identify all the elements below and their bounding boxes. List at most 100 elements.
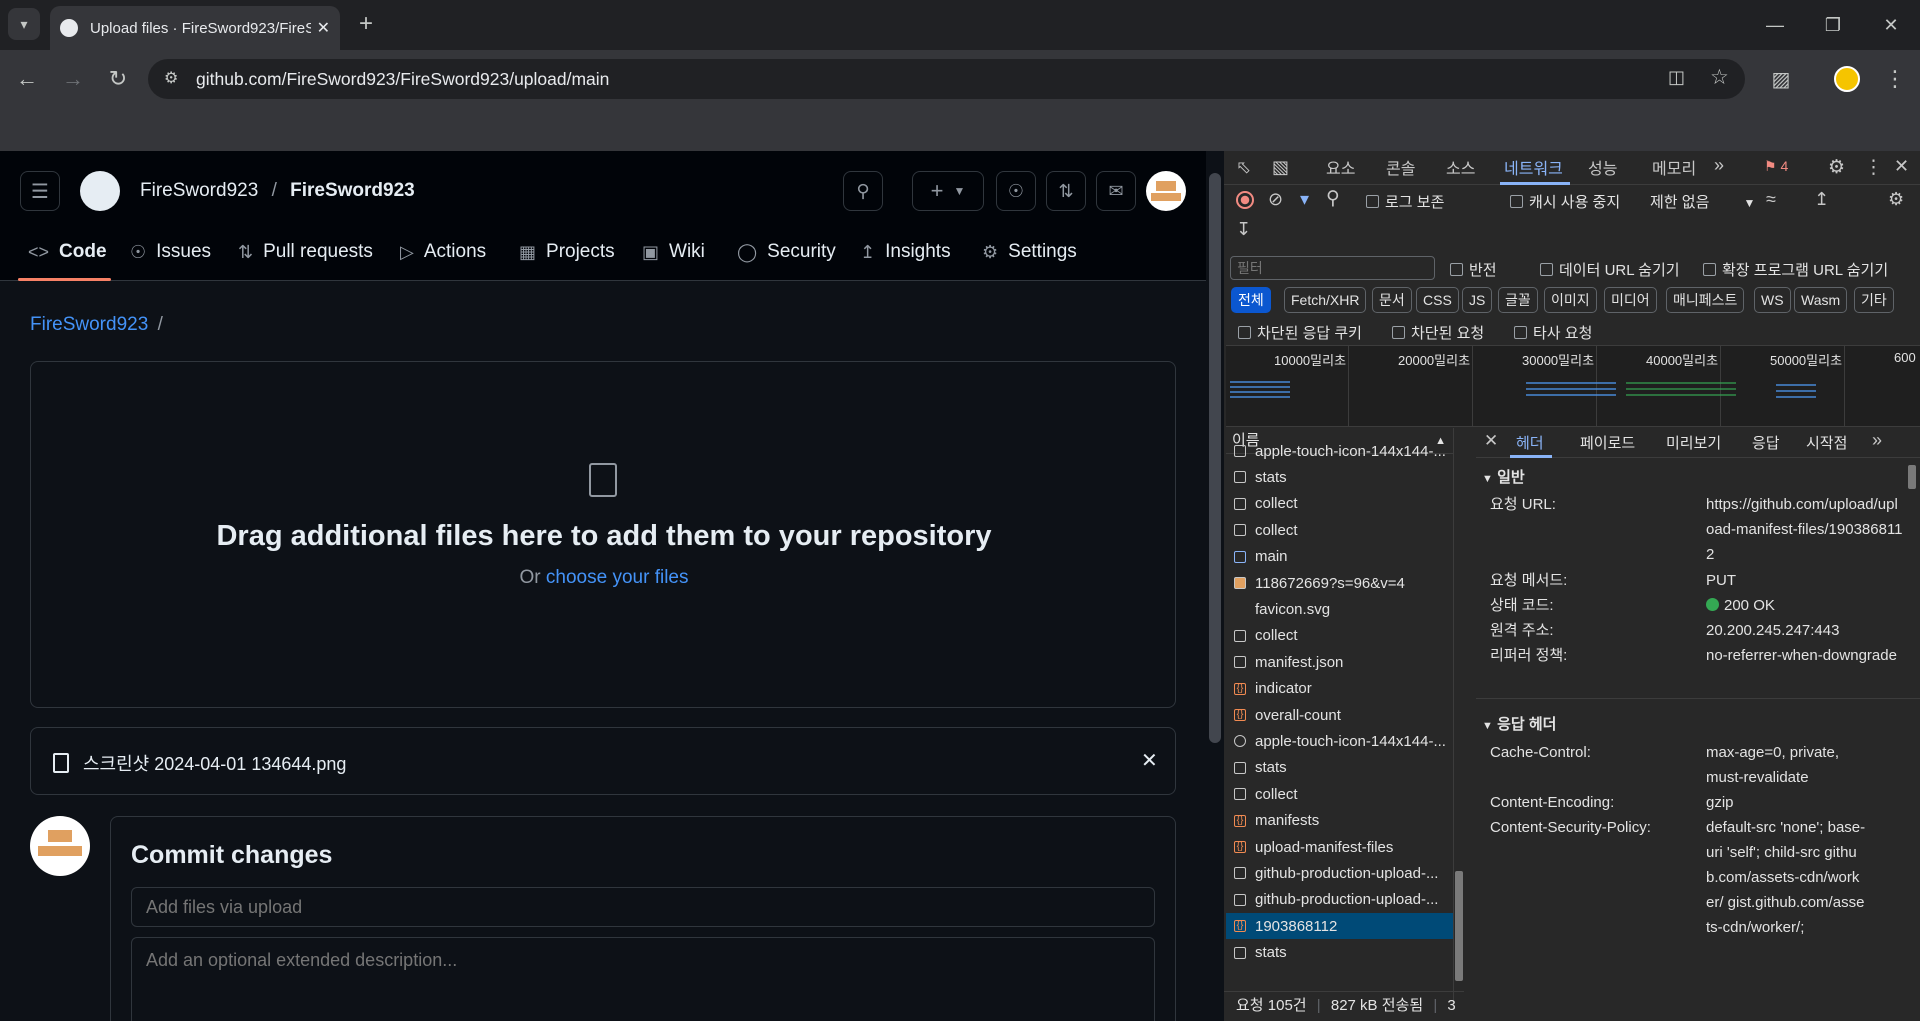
filter-icon[interactable]: ▾ xyxy=(1300,189,1309,210)
request-row[interactable]: 118672669?s=96&v=4 xyxy=(1226,570,1453,596)
breadcrumb-owner-link[interactable]: FireSword923 xyxy=(30,314,148,335)
type-filter-js[interactable]: JS xyxy=(1462,287,1493,313)
request-row[interactable]: collect xyxy=(1226,491,1453,517)
minimize-button[interactable]: — xyxy=(1760,10,1790,40)
detail-tab-response[interactable]: 응답 xyxy=(1752,432,1780,453)
bookmark-star-icon[interactable]: ☆ xyxy=(1710,65,1729,90)
tab-wiki[interactable]: ▣ Wiki xyxy=(642,231,705,273)
request-row[interactable]: {} 1903868112 xyxy=(1226,913,1453,940)
request-row[interactable]: github-production-upload-... xyxy=(1226,860,1453,886)
tab-insights[interactable]: ↥ Insights xyxy=(860,231,951,273)
request-row[interactable]: stats xyxy=(1226,755,1453,781)
hamburger-menu-button[interactable]: ☰ xyxy=(20,171,60,211)
preserve-log-checkbox[interactable]: 로그 보존 xyxy=(1366,191,1444,212)
profile-avatar[interactable] xyxy=(1834,66,1860,92)
request-row[interactable]: apple-touch-icon-144x144-... xyxy=(1226,438,1453,464)
issues-badge[interactable]: ⚑ 4 xyxy=(1764,158,1788,175)
import-har-icon[interactable]: ↥ xyxy=(1814,189,1829,210)
request-row[interactable]: github-production-upload-... xyxy=(1226,887,1453,913)
request-row[interactable]: apple-touch-icon-144x144-... xyxy=(1226,728,1453,754)
tab-search-button[interactable]: ▾ xyxy=(8,8,40,40)
tab-projects[interactable]: ▦ Projects xyxy=(519,231,615,273)
blocked-cookies-checkbox[interactable]: 차단된 응답 쿠키 xyxy=(1238,322,1362,343)
request-row[interactable]: {} overall-count xyxy=(1226,702,1453,728)
export-har-icon[interactable]: ↧ xyxy=(1236,219,1251,240)
browser-tab[interactable]: Upload files · FireSword923/FireSword923… xyxy=(50,6,340,50)
close-devtools-icon[interactable]: ✕ xyxy=(1894,156,1909,177)
detail-tab-preview[interactable]: 미리보기 xyxy=(1666,432,1721,453)
request-row[interactable]: manifest.json xyxy=(1226,649,1453,675)
detail-tab-headers[interactable]: 헤더 xyxy=(1516,432,1544,453)
type-filter-wasm[interactable]: Wasm xyxy=(1794,287,1848,313)
request-row[interactable]: collect xyxy=(1226,517,1453,543)
close-tab-icon[interactable]: ✕ xyxy=(317,18,330,38)
request-row[interactable]: {} manifests xyxy=(1226,808,1453,834)
invert-checkbox[interactable]: 반전 xyxy=(1450,259,1497,280)
response-headers-section-header[interactable]: ▼ 응답 헤더 xyxy=(1482,713,1556,734)
tab-sources[interactable]: 소스 xyxy=(1446,155,1475,181)
scrollbar-thumb[interactable] xyxy=(1209,173,1221,743)
back-button[interactable]: ← xyxy=(12,64,42,94)
type-filter-css[interactable]: CSS xyxy=(1416,287,1459,313)
create-new-button[interactable]: + ▼ xyxy=(912,171,984,211)
inspect-element-icon[interactable]: ⬁ xyxy=(1236,157,1251,178)
remove-file-icon[interactable]: ✕ xyxy=(1141,748,1158,773)
commit-summary-input[interactable] xyxy=(131,887,1155,927)
network-conditions-icon[interactable]: ≈ xyxy=(1766,189,1776,210)
request-row[interactable]: {} indicator xyxy=(1226,676,1453,702)
tab-issues[interactable]: ☉ Issues xyxy=(130,231,211,273)
restore-button[interactable]: ❐ xyxy=(1818,10,1848,40)
network-settings-icon[interactable]: ⚙ xyxy=(1888,189,1904,210)
type-filter-fetch-xhr[interactable]: Fetch/XHR xyxy=(1284,287,1367,313)
commit-description-input[interactable] xyxy=(131,937,1155,1021)
search-button[interactable]: ⚲ xyxy=(843,171,883,211)
tab-memory[interactable]: 메모리 xyxy=(1652,155,1696,181)
disable-cache-checkbox[interactable]: 캐시 사용 중지 xyxy=(1510,191,1620,212)
more-tabs-icon[interactable]: » xyxy=(1714,155,1724,176)
reload-button[interactable]: ↻ xyxy=(103,64,133,94)
scrollbar-thumb[interactable] xyxy=(1455,871,1463,981)
general-section-header[interactable]: ▼ 일반 xyxy=(1482,466,1525,487)
detail-scrollbar[interactable] xyxy=(1906,461,1918,1001)
request-row[interactable]: stats xyxy=(1226,940,1453,966)
devtools-menu-icon[interactable]: ⋮ xyxy=(1864,156,1883,179)
device-toolbar-icon[interactable]: ▧ xyxy=(1272,157,1289,178)
tab-performance[interactable]: 성능 xyxy=(1588,155,1617,181)
tab-actions[interactable]: ▷ Actions xyxy=(400,231,486,273)
request-row[interactable]: favicon.svg xyxy=(1226,596,1453,622)
tab-network[interactable]: 네트워크 xyxy=(1504,155,1563,181)
tab-security[interactable]: ◯ Security xyxy=(737,231,836,273)
type-filter-other[interactable]: 기타 xyxy=(1854,287,1894,313)
tab-pull-requests[interactable]: ⇅ Pull requests xyxy=(238,231,373,273)
request-row[interactable]: collect xyxy=(1226,781,1453,807)
detail-tab-initiator[interactable]: 시작점 xyxy=(1806,432,1847,453)
repo-link[interactable]: FireSword923 xyxy=(290,180,415,201)
hide-data-urls-checkbox[interactable]: 데이터 URL 숨기기 xyxy=(1540,259,1680,280)
hide-extension-urls-checkbox[interactable]: 확장 프로그램 URL 숨기기 xyxy=(1703,259,1888,280)
user-avatar[interactable] xyxy=(1146,171,1186,211)
timeline-overview[interactable]: 10000밀리초 20000밀리초 30000밀리초 40000밀리초 5000… xyxy=(1226,345,1920,427)
tab-elements[interactable]: 요소 xyxy=(1326,155,1355,181)
issues-shortcut-button[interactable]: ☉ xyxy=(996,171,1036,211)
scrollbar-thumb[interactable] xyxy=(1908,465,1916,489)
forward-button[interactable]: → xyxy=(58,64,88,94)
address-bar[interactable]: ⚙ github.com/FireSword923/FireSword923/u… xyxy=(148,59,1745,99)
tab-console[interactable]: 콘솔 xyxy=(1386,155,1415,181)
type-filter-all[interactable]: 전체 xyxy=(1231,287,1271,313)
detail-tab-payload[interactable]: 페이로드 xyxy=(1580,432,1635,453)
record-stop-icon[interactable] xyxy=(1236,191,1254,209)
type-filter-ws[interactable]: WS xyxy=(1754,287,1791,313)
inbox-button[interactable]: ✉ xyxy=(1096,171,1136,211)
site-info-icon[interactable]: ⚙ xyxy=(164,68,178,88)
type-filter-font[interactable]: 글꼴 xyxy=(1498,287,1538,313)
devtools-settings-icon[interactable]: ⚙ xyxy=(1828,156,1845,179)
install-app-icon[interactable]: ◫ xyxy=(1668,67,1685,88)
throttle-select[interactable]: 제한 없음 ▼ xyxy=(1650,191,1755,212)
network-filter-input[interactable] xyxy=(1230,256,1435,280)
owner-link[interactable]: FireSword923 xyxy=(140,180,258,201)
request-row[interactable]: {} upload-manifest-files xyxy=(1226,834,1453,860)
choose-files-link[interactable]: choose your files xyxy=(546,567,689,588)
chrome-menu-icon[interactable]: ⋮ xyxy=(1880,64,1910,94)
page-scrollbar[interactable] xyxy=(1206,151,1224,1021)
type-filter-manifest[interactable]: 매니페스트 xyxy=(1666,287,1745,313)
